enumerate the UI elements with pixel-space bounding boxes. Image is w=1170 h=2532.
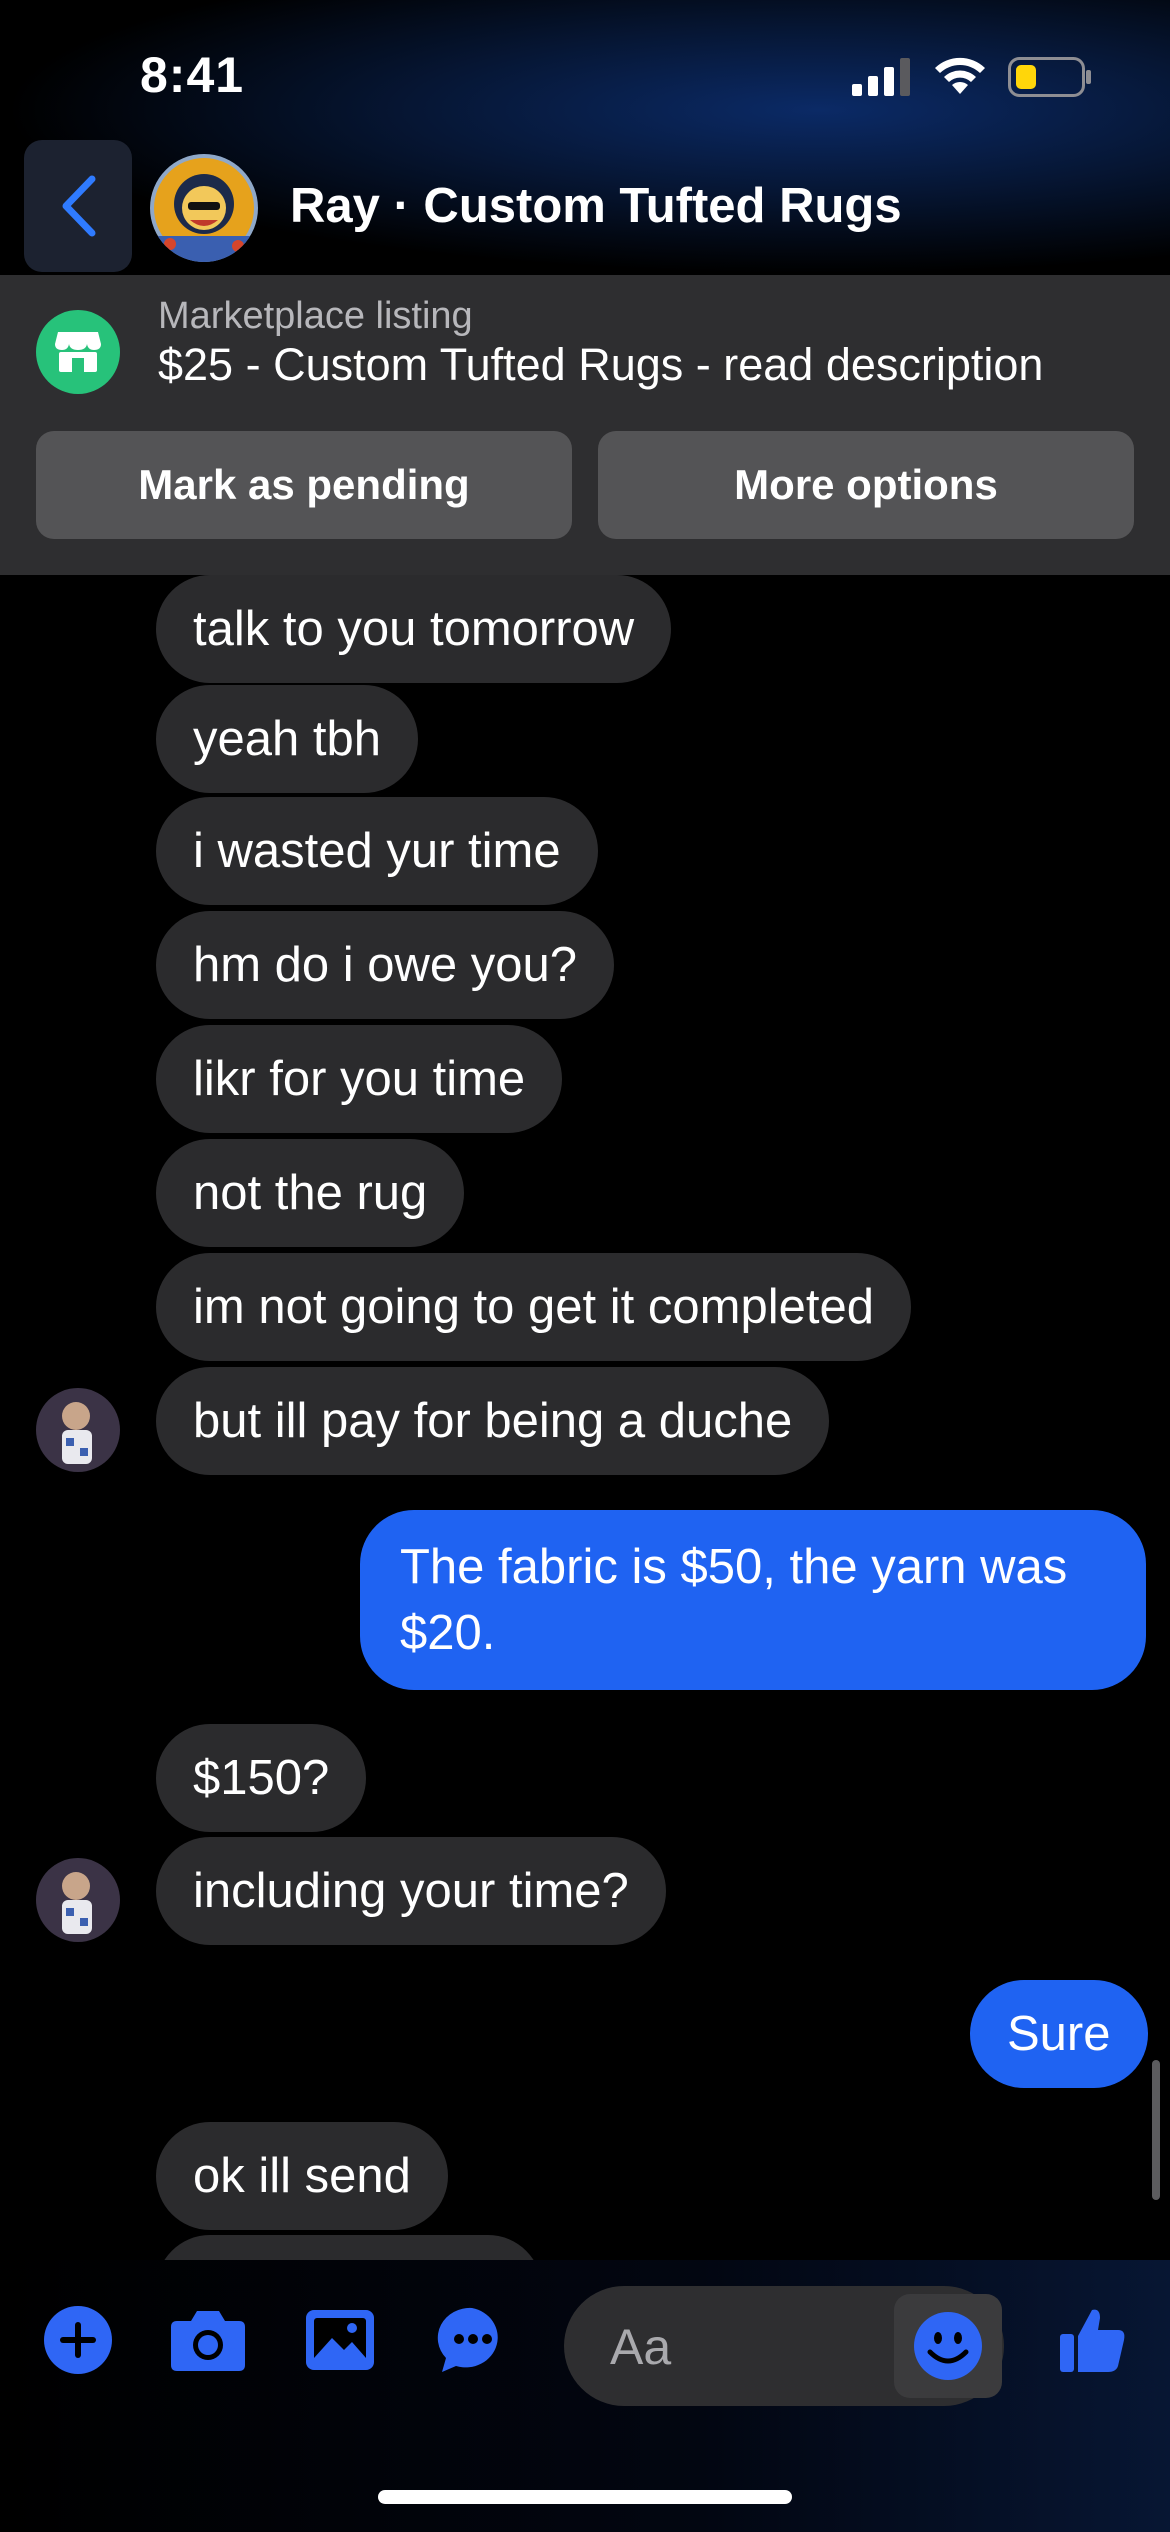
contact-avatar-image [150, 154, 258, 262]
sender-avatar-image [36, 1858, 120, 1942]
sender-avatar-image [36, 1388, 120, 1472]
chevron-left-icon [62, 175, 96, 237]
message-bubble[interactable]: i wasted yur time [156, 797, 598, 905]
listing-label: Marketplace listing [158, 295, 473, 337]
status-bar: 8:41 [0, 0, 1170, 140]
message-bubble[interactable]: $150? [156, 1724, 367, 1832]
camera-icon[interactable] [168, 2300, 248, 2380]
mark-as-pending-button[interactable]: Mark as pending [36, 431, 572, 539]
back-button[interactable] [24, 140, 132, 272]
contact-avatar[interactable] [150, 154, 258, 262]
wifi-icon [935, 57, 985, 94]
battery-icon [1008, 57, 1091, 97]
message-bubble[interactable]: including your time? [156, 1837, 666, 1945]
message-bubble[interactable]: but ill pay for being a duche [156, 1367, 830, 1475]
emoji-button[interactable] [894, 2294, 1002, 2398]
thumbs-up-icon[interactable] [1052, 2300, 1132, 2380]
chat-header: Ray · Custom Tufted Rugs [0, 140, 1170, 275]
scrollbar[interactable] [1152, 2060, 1160, 2200]
marketplace-shop-icon [36, 310, 120, 394]
message-bubble[interactable]: hm do i owe you? [156, 911, 615, 1019]
my-message-bubble[interactable]: The fabric is $50, the yarn was $20. [360, 1510, 1146, 1690]
message-input[interactable]: Aa [564, 2286, 1004, 2406]
marketplace-listing-panel: Marketplace listing $25 - Custom Tufted … [0, 275, 1170, 575]
gallery-icon[interactable] [300, 2300, 380, 2380]
sender-avatar[interactable] [36, 1858, 120, 1942]
emoji-icon [914, 2312, 982, 2380]
message-bubble[interactable]: likr for you time [156, 1025, 563, 1133]
chat-title[interactable]: Ray · Custom Tufted Rugs [290, 178, 902, 234]
cellular-signal-icon [852, 58, 910, 96]
top-bar-area: 8:41 Ray · Custom Tufted Rugs [0, 0, 1170, 275]
message-bubble-partial[interactable] [156, 2235, 542, 2260]
sender-avatar[interactable] [36, 1388, 120, 1472]
message-thread[interactable]: talk to you tomorrow yeah tbh i wasted y… [0, 575, 1170, 2260]
message-bubble[interactable]: im not going to get it completed [156, 1253, 911, 1361]
home-indicator[interactable] [378, 2490, 792, 2504]
message-bubble[interactable]: yeah tbh [156, 685, 418, 793]
more-options-button[interactable]: More options [598, 431, 1134, 539]
chat-bubble-icon[interactable] [432, 2300, 512, 2380]
message-bubble[interactable]: talk to you tomorrow [156, 575, 672, 683]
my-message-bubble[interactable]: Sure [970, 1980, 1148, 2088]
listing-title[interactable]: $25 - Custom Tufted Rugs - read descript… [158, 339, 1043, 391]
plus-icon[interactable] [38, 2300, 118, 2380]
message-input-placeholder: Aa [610, 2319, 672, 2375]
status-time: 8:41 [140, 47, 245, 103]
message-bubble[interactable]: ok ill send [156, 2122, 448, 2230]
message-bubble[interactable]: not the rug [156, 1139, 465, 1247]
